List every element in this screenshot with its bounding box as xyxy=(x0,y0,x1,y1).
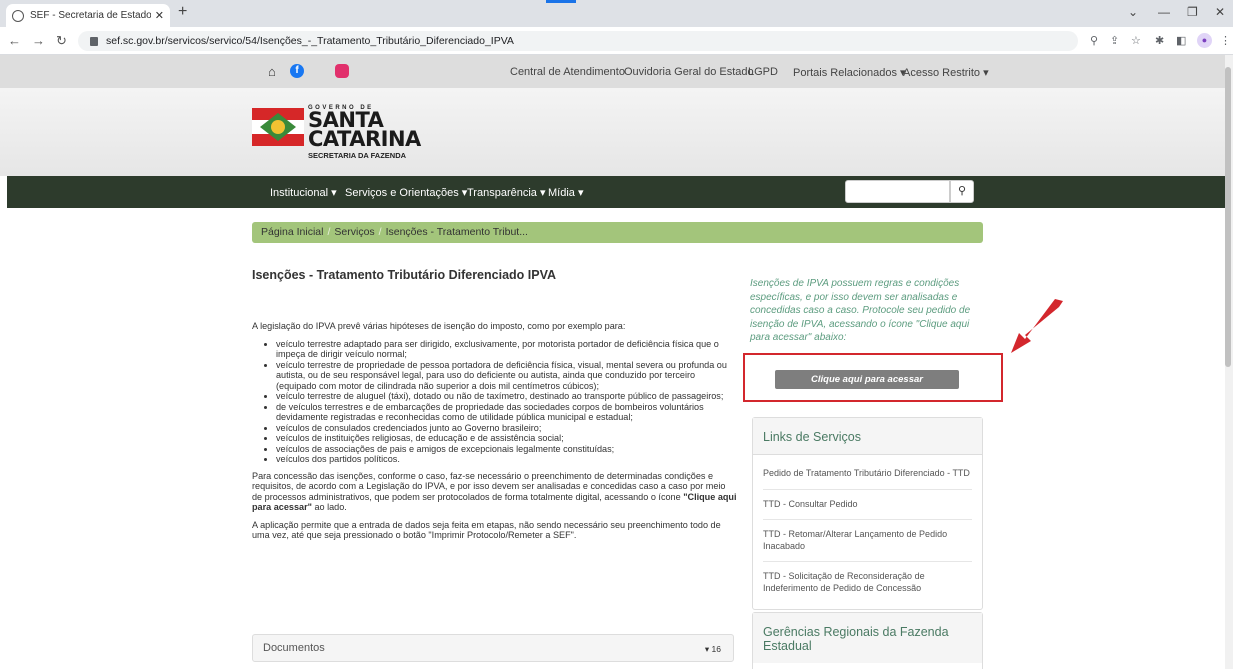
documents-accordion[interactable]: Documentos ▾ 16 xyxy=(252,634,734,662)
tabstrip-accent xyxy=(546,0,576,3)
instagram-icon[interactable] xyxy=(335,64,349,78)
list-item: veículo terrestre adaptado para ser diri… xyxy=(276,339,738,360)
facebook-icon[interactable]: f xyxy=(290,64,304,78)
list-item: veículos de consulados credenciados junt… xyxy=(276,423,738,434)
search-icon: ⚲ xyxy=(957,185,967,197)
link-central-atendimento[interactable]: Central de Atendimento xyxy=(510,66,625,78)
url-field[interactable]: sef.sc.gov.br/servicos/servico/54/Isençõ… xyxy=(78,31,1078,51)
breadcrumb-separator: / xyxy=(378,226,382,238)
breadcrumb-separator: / xyxy=(327,226,331,238)
zoom-icon[interactable]: ⚲ xyxy=(1090,34,1098,47)
links-panel-body: Pedido de Tratamento Tributário Diferenc… xyxy=(753,455,982,609)
documents-label: Documentos xyxy=(263,642,325,654)
links-panel: Links de Serviços Pedido de Tratamento T… xyxy=(752,417,983,610)
service-link[interactable]: TTD - Solicitação de Reconsideração de I… xyxy=(763,562,972,603)
globe-icon xyxy=(12,9,24,22)
list-item: veículos de instituições religiosas, de … xyxy=(276,433,738,444)
logo-subtitle: SECRETARIA DA FAZENDA xyxy=(308,151,407,160)
nav-servicos-orientacoes[interactable]: Serviços e Orientações ▾ xyxy=(345,186,467,199)
concession-text: Para concessão das isenções, conforme o … xyxy=(252,470,737,513)
regional-panel: Gerências Regionais da Fazenda Estadual xyxy=(752,612,983,669)
main-content: A legislação do IPVA prevê várias hipóte… xyxy=(252,321,738,548)
address-bar: ← → ↻ sef.sc.gov.br/servicos/servico/54/… xyxy=(0,27,1233,55)
nav-institucional[interactable]: Institucional ▾ xyxy=(270,186,337,199)
breadcrumb-servicos[interactable]: Serviços xyxy=(334,226,374,238)
breadcrumb-home[interactable]: Página Inicial xyxy=(261,226,323,238)
sidebar-note: Isenções de IPVA possuem regras e condiç… xyxy=(750,278,971,343)
nav-transparencia[interactable]: Transparência ▾ xyxy=(467,186,545,199)
breadcrumb-current: Isenções - Tratamento Tribut... xyxy=(385,226,528,238)
back-button[interactable]: ← xyxy=(8,33,21,48)
scrollbar-thumb[interactable] xyxy=(1225,67,1231,367)
link-ouvidoria[interactable]: Ouvidoria Geral do Estado xyxy=(624,66,754,78)
site-logo[interactable]: GOVERNO DE SANTA CATARINA SECRETARIA DA … xyxy=(308,105,421,160)
page-viewport: ⌂ f Central de Atendimento Ouvidoria Ger… xyxy=(0,55,1225,669)
page-title: Isenções - Tratamento Tributário Diferen… xyxy=(252,268,557,282)
restore-button[interactable]: ❐ xyxy=(1187,5,1198,19)
top-utility-bar: ⌂ f Central de Atendimento Ouvidoria Ger… xyxy=(0,55,1225,88)
home-icon[interactable]: ⌂ xyxy=(268,64,276,79)
site-header: GOVERNO DE SANTA CATARINA SECRETARIA DA … xyxy=(0,88,1225,176)
tab-title: SEF - Secretaria de Estado da Fa: xyxy=(30,10,151,21)
intro-text: A legislação do IPVA prevê várias hipóte… xyxy=(252,321,626,331)
application-text: A aplicação permite que a entrada de dad… xyxy=(252,519,721,541)
list-item: veículos de associações de pais e amigos… xyxy=(276,444,738,455)
link-lgpd[interactable]: LGPD xyxy=(748,66,778,78)
browser-tabstrip: SEF - Secretaria de Estado da Fa: ✕ + ⌄ … xyxy=(0,0,1233,27)
documents-count: ▾ 16 xyxy=(704,644,721,654)
list-item: veículo terrestre de propriedade de pess… xyxy=(276,360,738,392)
share-icon[interactable]: ⇪ xyxy=(1110,34,1119,47)
new-tab-button[interactable]: + xyxy=(178,3,187,21)
exemption-list: veículo terrestre adaptado para ser diri… xyxy=(252,339,738,465)
page-scrollbar[interactable] xyxy=(1225,55,1233,669)
minimize-button[interactable]: — xyxy=(1158,5,1170,19)
menu-kebab-icon[interactable]: ⋮ xyxy=(1220,34,1231,47)
side-panel-icon[interactable]: ◧ xyxy=(1176,34,1186,47)
url-text: sef.sc.gov.br/servicos/servico/54/Isençõ… xyxy=(106,35,514,47)
list-item: de veículos terrestres e de embarcações … xyxy=(276,402,738,423)
search-input[interactable] xyxy=(845,180,950,203)
service-link[interactable]: TTD - Retomar/Alterar Lançamento de Pedi… xyxy=(763,520,972,562)
nav-midia[interactable]: Mídia ▾ xyxy=(548,186,583,199)
main-navigation: Institucional ▾ Serviços e Orientações ▾… xyxy=(7,176,1225,208)
extensions-icon[interactable]: ✱ xyxy=(1155,34,1164,47)
close-tab-icon[interactable]: ✕ xyxy=(155,9,164,22)
list-item: veículo terrestre de aluguel (táxi), dot… xyxy=(276,391,738,402)
red-arrow-icon xyxy=(1011,299,1063,353)
search-button[interactable]: ⚲ xyxy=(950,180,974,203)
service-link[interactable]: TTD - Consultar Pedido xyxy=(763,490,972,520)
forward-button[interactable]: → xyxy=(32,33,45,48)
browser-tab[interactable]: SEF - Secretaria de Estado da Fa: ✕ xyxy=(6,4,170,27)
menu-portais-relacionados[interactable]: Portais Relacionados ▾ xyxy=(793,66,906,79)
list-item: veículos dos partidos políticos. xyxy=(276,454,738,465)
menu-acesso-restrito[interactable]: Acesso Restrito ▾ xyxy=(903,66,989,79)
tab-search-icon[interactable]: ⌄ xyxy=(1128,5,1138,19)
santa-catarina-flag-icon[interactable] xyxy=(252,108,304,146)
profile-avatar[interactable]: ● xyxy=(1197,33,1212,48)
lock-icon xyxy=(90,36,98,46)
access-button[interactable]: Clique aqui para acessar xyxy=(775,370,959,389)
service-link[interactable]: Pedido de Tratamento Tributário Diferenc… xyxy=(763,459,972,490)
window-close-button[interactable]: ✕ xyxy=(1215,5,1225,19)
links-panel-title: Links de Serviços xyxy=(753,418,982,455)
reload-button[interactable]: ↻ xyxy=(56,33,67,49)
logo-line2: CATARINA xyxy=(308,127,421,151)
regional-panel-title: Gerências Regionais da Fazenda Estadual xyxy=(753,613,982,663)
breadcrumb: Página Inicial / Serviços / Isenções - Trata… xyxy=(252,222,983,243)
bookmark-star-icon[interactable]: ☆ xyxy=(1131,34,1141,47)
